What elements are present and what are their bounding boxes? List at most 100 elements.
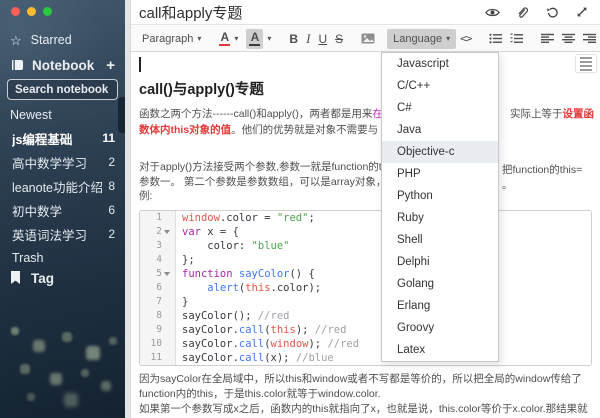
code-line: 4}; <box>140 253 591 267</box>
paragraph-line: 。 <box>502 178 513 193</box>
fullscreen-expand-icon[interactable] <box>574 4 590 20</box>
language-menu-item-javascript[interactable]: Javascript <box>382 53 498 75</box>
sidebar-item-tag[interactable]: Tag <box>0 268 125 288</box>
language-menu-item-python[interactable]: Python <box>382 185 498 207</box>
strikethrough-button[interactable]: S <box>331 29 347 49</box>
insert-image-button[interactable] <box>357 29 379 49</box>
fold-caret-icon[interactable] <box>162 272 172 276</box>
paragraph-line: 参数一。 第二个参数是参数数组，可以是array对象， <box>139 175 386 190</box>
minimize-button[interactable] <box>27 7 36 16</box>
sidebar-item-starred[interactable]: ☆ Starred <box>0 31 125 49</box>
code-line: 2var x = { <box>140 225 591 239</box>
code-line: 10sayColor.call(window); //red <box>140 337 591 351</box>
notebook-item[interactable]: 高中数学学习2 <box>0 150 125 174</box>
paragraph-format-dropdown[interactable]: Paragraph ▾ <box>138 29 205 49</box>
window-controls <box>11 7 52 16</box>
attachment-paperclip-icon[interactable] <box>514 4 530 20</box>
line-number: 1 <box>140 211 162 225</box>
sidebar: ☆ Starred Notebook + Newest js编程基础11高中数学… <box>0 0 125 418</box>
toc-toggle-button[interactable] <box>575 54 597 73</box>
history-icon[interactable] <box>544 4 560 20</box>
background-color-button[interactable]: A ▾ <box>242 29 275 49</box>
notebook-item-label: 初中数学 <box>12 201 62 220</box>
fold-caret-icon[interactable] <box>162 230 172 234</box>
bold-button[interactable]: B <box>285 29 302 49</box>
notebook-item-count: 2 <box>108 227 115 241</box>
language-menu-item-latex[interactable]: Latex <box>382 339 498 361</box>
underline-button[interactable]: U <box>314 29 331 49</box>
editor-toolbar: Paragraph ▾ A ▾ A ▾ B I U <box>131 26 600 52</box>
paragraph-line: 如果第一个参数写成x之后，函数内的this就指向了x，也就是说，this.col… <box>139 402 588 417</box>
notebook-item[interactable]: js编程基础11 <box>0 126 125 150</box>
line-number: 8 <box>140 309 162 323</box>
numbered-list-button[interactable] <box>506 29 527 49</box>
font-color-label: A <box>221 32 230 43</box>
notebook-item-count: 8 <box>108 179 115 193</box>
star-icon: ☆ <box>10 34 22 47</box>
add-notebook-button[interactable]: + <box>106 57 115 74</box>
close-button[interactable] <box>11 7 20 16</box>
language-menu-item-ruby[interactable]: Ruby <box>382 207 498 229</box>
align-left-button[interactable] <box>537 29 558 49</box>
code-block-button[interactable]: <> <box>456 29 475 49</box>
sidebar-drag-handle[interactable] <box>118 97 125 133</box>
align-center-icon <box>562 33 575 44</box>
language-menu-item-shell[interactable]: Shell <box>382 229 498 251</box>
language-menu-item-delphi[interactable]: Delphi <box>382 251 498 273</box>
language-menu-item-c-c-[interactable]: C/C++ <box>382 75 498 97</box>
paragraph-line: 例: <box>139 189 152 204</box>
zoom-button[interactable] <box>43 7 52 16</box>
code-line: 1window.color = "red"; <box>140 211 591 225</box>
language-menu-item-c-[interactable]: C# <box>382 97 498 119</box>
preview-eye-icon[interactable] <box>484 4 500 20</box>
header-actions <box>484 4 592 20</box>
app-window: ☆ Starred Notebook + Newest js编程基础11高中数学… <box>0 0 600 418</box>
paragraph-line: 因为sayColor在全局域中，所以this和window或者不写都是等价的，所… <box>139 372 582 387</box>
line-number: 11 <box>140 351 162 365</box>
language-menu-item-golang[interactable]: Golang <box>382 273 498 295</box>
font-color-button[interactable]: A ▾ <box>215 29 242 49</box>
italic-button[interactable]: I <box>302 29 314 49</box>
language-dropdown-label: Language <box>393 33 442 45</box>
notebook-item[interactable]: 初中数学6 <box>0 198 125 222</box>
language-dropdown[interactable]: Language ▾ <box>387 29 456 49</box>
paragraph-line: 对于apply()方法接受两个参数,参数一就是function的this <box>139 160 395 175</box>
sidebar-item-notebook[interactable]: Notebook + <box>0 55 125 75</box>
paragraph-line: function内的this，于是this.color就等于window.col… <box>139 387 381 402</box>
notebook-item[interactable]: leanote功能介绍 8 <box>0 174 125 198</box>
align-center-button[interactable] <box>558 29 579 49</box>
search-notebook-input[interactable] <box>7 79 118 100</box>
language-menu-item-objective-c[interactable]: Objective-c <box>382 141 498 163</box>
code-line: 11sayColor.call(x); //blue <box>140 351 591 365</box>
notebook-label: Notebook <box>32 58 94 73</box>
image-icon <box>361 33 375 44</box>
align-right-button[interactable] <box>579 29 600 49</box>
align-right-icon <box>583 33 596 44</box>
line-number: 2 <box>140 225 162 239</box>
line-number: 3 <box>140 239 162 253</box>
code-line: 9sayColor.call(this); //red <box>140 323 591 337</box>
line-number: 10 <box>140 337 162 351</box>
bullet-list-button[interactable] <box>485 29 506 49</box>
starred-label: Starred <box>31 33 72 47</box>
note-title-input[interactable]: call和apply专题 <box>139 2 242 23</box>
background-color-label: A <box>251 32 260 43</box>
notebook-item-label: Trash <box>12 251 44 265</box>
chevron-down-icon: ▾ <box>234 34 238 43</box>
notebook-icon <box>10 59 24 71</box>
sidebar-item-trash[interactable]: Trash <box>0 246 125 270</box>
note-editor[interactable]: call()与apply()专题 函数之两个方法------call()和app… <box>131 52 600 418</box>
notebook-item[interactable]: 英语词法学习2 <box>0 222 125 246</box>
language-menu-item-php[interactable]: PHP <box>382 163 498 185</box>
chevron-down-icon: ▾ <box>197 34 201 43</box>
notebook-item-label: js编程基础 <box>12 129 72 148</box>
line-number: 4 <box>140 253 162 267</box>
language-menu-item-groovy[interactable]: Groovy <box>382 317 498 339</box>
language-menu-item-java[interactable]: Java <box>382 119 498 141</box>
code-line: 5function sayColor() { <box>140 267 591 281</box>
notebook-item-label: leanote功能介绍 <box>12 177 103 196</box>
sidebar-item-newest[interactable]: Newest <box>0 106 125 124</box>
paragraph-line: 把function的this= <box>502 163 582 178</box>
language-menu-item-erlang[interactable]: Erlang <box>382 295 498 317</box>
font-color-swatch <box>219 44 230 46</box>
